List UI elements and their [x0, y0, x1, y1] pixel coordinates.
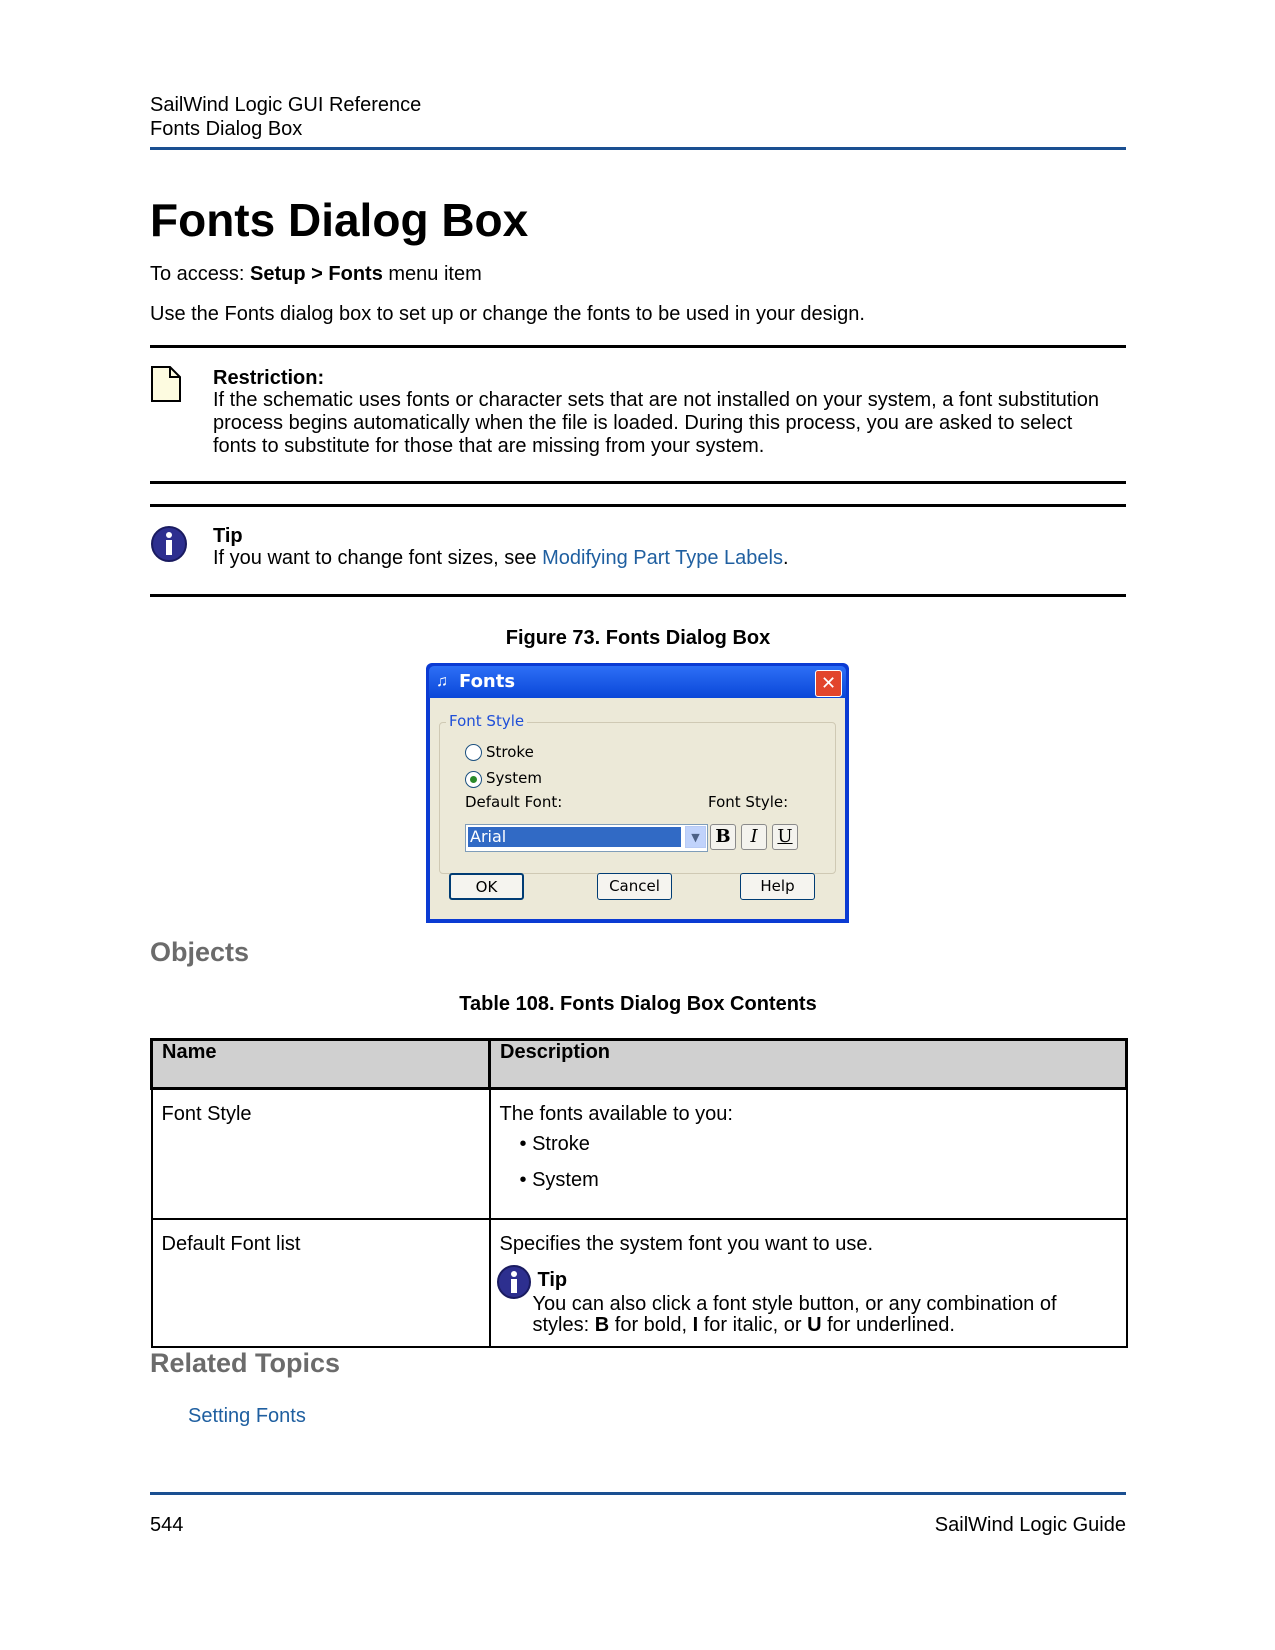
- access-line: To access: Setup > Fonts menu item: [150, 263, 482, 285]
- list-item: • Stroke: [519, 1133, 590, 1155]
- row-name: Default Font list: [150, 1218, 491, 1348]
- contents-table: Name Description Font Style The fonts av…: [150, 1038, 1128, 1348]
- table-caption: Table 108. Fonts Dialog Box Contents: [459, 993, 817, 1015]
- stroke-radio-label: Stroke: [486, 743, 534, 761]
- footer-guide-name: SailWind Logic Guide: [934, 1514, 1126, 1536]
- restriction-heading: Restriction:: [213, 367, 325, 389]
- row-description: The fonts available to you: • Stroke • S…: [488, 1087, 1128, 1220]
- page-number: 544: [150, 1514, 184, 1536]
- font-style-label: Font Style:: [708, 793, 789, 811]
- default-font-value: Arial: [468, 827, 681, 847]
- figure-caption: Figure 73. Fonts Dialog Box: [505, 627, 771, 649]
- ok-button[interactable]: OK: [449, 873, 524, 900]
- note-page-icon: [151, 366, 181, 402]
- app-icon: ♫: [436, 673, 448, 690]
- access-menu-path: Setup > Fonts: [250, 263, 383, 285]
- font-style-group-label: Font Style: [446, 712, 528, 730]
- stroke-radio[interactable]: [465, 744, 482, 761]
- help-button[interactable]: Help: [740, 873, 815, 900]
- info-icon: [496, 1265, 531, 1299]
- default-font-dropdown[interactable]: Arial ▼: [465, 824, 708, 852]
- modifying-part-type-labels-link[interactable]: Modifying Part Type Labels: [542, 547, 783, 569]
- row-description: Specifies the system font you want to us…: [488, 1218, 1128, 1348]
- running-header-title: SailWind Logic GUI Reference: [150, 94, 422, 116]
- restriction-body: If the schematic uses fonts or character…: [213, 389, 1099, 457]
- row-tip-heading: Tip: [537, 1269, 568, 1291]
- table-header-row: Name Description: [150, 1038, 1128, 1090]
- related-topics-heading: Related Topics: [150, 1348, 341, 1378]
- table-row: Default Font list Specifies the system f…: [150, 1218, 1128, 1348]
- table-row: Font Style The fonts available to you: •…: [150, 1087, 1128, 1220]
- page-title: Fonts Dialog Box: [150, 194, 529, 246]
- cancel-button[interactable]: Cancel: [597, 873, 672, 900]
- footer-rule: [150, 1492, 1126, 1495]
- chevron-down-icon[interactable]: ▼: [685, 826, 706, 848]
- list-item: • System: [519, 1169, 599, 1191]
- row-name: Font Style: [150, 1087, 491, 1220]
- row-tip-body: You can also click a font style button, …: [532, 1293, 1057, 1336]
- underline-button[interactable]: U: [772, 824, 798, 850]
- objects-heading: Objects: [150, 937, 250, 967]
- header-rule: [150, 147, 1126, 150]
- tip-top-rule: [150, 504, 1126, 507]
- tip-heading: Tip: [213, 525, 243, 547]
- default-font-label: Default Font:: [465, 793, 563, 811]
- restriction-top-rule: [150, 345, 1126, 348]
- setting-fonts-link[interactable]: Setting Fonts: [188, 1405, 306, 1428]
- tip-body: If you want to change font sizes, see Mo…: [213, 547, 789, 569]
- bold-button[interactable]: B: [710, 824, 736, 850]
- column-header-description: Description: [488, 1038, 1128, 1090]
- fonts-dialog: ♫ Fonts ✕ Font Style Stroke System Defau…: [426, 663, 849, 923]
- intro-paragraph: Use the Fonts dialog box to set up or ch…: [150, 303, 865, 325]
- restriction-bottom-rule: [150, 481, 1126, 484]
- info-icon: [151, 526, 187, 562]
- system-radio-label: System: [486, 769, 542, 787]
- column-header-name: Name: [150, 1038, 491, 1090]
- tip-bottom-rule: [150, 594, 1126, 597]
- dialog-titlebar: ♫ Fonts ✕: [429, 666, 846, 698]
- radio-selected-dot: [470, 776, 477, 783]
- italic-button[interactable]: I: [741, 824, 767, 850]
- dialog-body: Font Style Stroke System Default Font: F…: [430, 698, 845, 919]
- dialog-title: Fonts: [459, 671, 516, 692]
- running-header-section: Fonts Dialog Box: [150, 118, 303, 140]
- system-radio[interactable]: [465, 771, 482, 788]
- close-button[interactable]: ✕: [815, 670, 842, 697]
